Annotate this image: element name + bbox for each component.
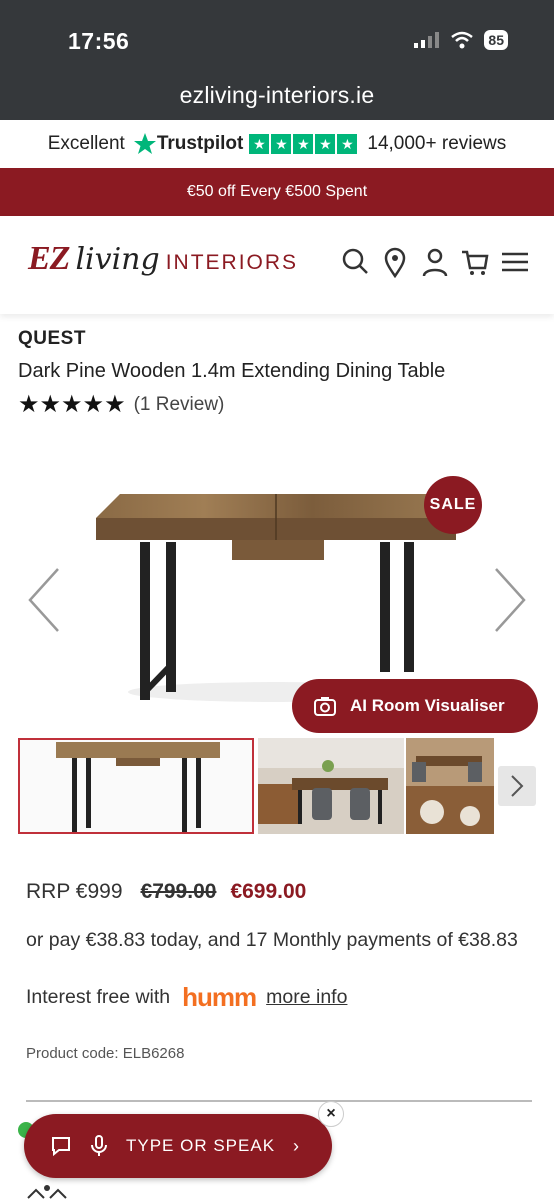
header-icons [340,246,530,279]
logo-living: living [75,242,160,277]
logo-interiors: INTERIORS [165,251,299,274]
site-header: EZ living INTERIORS [0,216,554,314]
status-time: 17:56 [68,28,130,54]
trustpilot-star-icon: ★ [271,134,292,154]
trustpilot-stars: ★ ★ ★ ★ ★ [249,134,358,154]
signal-icon [414,32,440,48]
microphone-icon [91,1135,107,1156]
sale-badge: SALE [424,476,482,534]
logo-ez: EZ [28,240,70,277]
chat-icon [52,1137,70,1157]
promo-banner[interactable]: €50 off Every €500 Spent [0,168,554,216]
status-icons: 85 [414,30,508,50]
trustpilot-star-icon: ★ [293,134,314,154]
menu-icon[interactable] [500,246,530,278]
humm-logo: humm [182,982,257,1012]
trustpilot-star-icon: ★ [249,134,270,154]
close-icon[interactable]: × [318,1101,344,1127]
was-price: €799.00 [140,880,217,903]
review-count-link[interactable]: (1 Review) [134,394,225,416]
trustpilot-reviews: 14,000+ reviews [367,133,507,154]
humm-line: Interest free with humm more info [26,982,347,1013]
search-icon[interactable] [340,246,370,278]
price-block: RRP €999 €799.00 €699.00 [26,880,306,904]
trustpilot-logo: Trustpilot [133,132,244,156]
product-code: Product code: ELB6268 [26,1045,185,1062]
site-logo[interactable]: EZ living INTERIORS [28,240,298,278]
product-brand[interactable]: QUEST [18,328,86,350]
thumbnail-2[interactable] [258,738,404,834]
ai-room-visualiser-label: AI Room Visualiser [350,696,505,715]
trustpilot-star-icon [133,133,156,154]
camera-icon [314,697,336,716]
chevron-right-icon: › [293,1135,301,1156]
thumbnail-3[interactable] [406,738,494,834]
trustpilot-star-icon: ★ [315,134,336,154]
trustpilot-star-icon: ★ [337,134,358,154]
trustpilot-brand: Trustpilot [156,133,244,154]
product-title: Dark Pine Wooden 1.4m Extending Dining T… [18,360,446,382]
rrp-price: RRP €999 [26,880,123,903]
trustpilot-bar[interactable]: Excellent Trustpilot ★ ★ ★ ★ ★ 14,000+ r… [0,120,554,168]
thumbnail-next-icon[interactable] [498,766,536,806]
product-rating[interactable]: ★★★★★ (1 Review) [18,390,224,419]
more-info-link[interactable]: more info [266,986,347,1009]
gallery-prev-icon[interactable] [24,565,64,635]
rating-stars: ★★★★★ [18,391,126,418]
gallery-next-icon[interactable] [490,565,530,635]
type-or-speak-button[interactable]: TYPE OR SPEAK › [24,1114,332,1178]
address-bar-url[interactable]: ezliving-interiors.ie [0,82,554,109]
location-pin-icon[interactable] [380,246,410,279]
ai-room-visualiser-button[interactable]: AI Room Visualiser [292,679,538,733]
interest-free-text: Interest free with [26,986,171,1008]
thumbnail-strip [18,738,554,836]
type-or-speak-label: TYPE OR SPEAK [126,1136,276,1155]
trustpilot-rating-word: Excellent [47,133,125,154]
divider [26,1100,532,1102]
current-price: €699.00 [230,880,307,903]
cart-icon[interactable] [460,246,490,278]
finance-text: or pay €38.83 today, and 17 Monthly paym… [26,929,518,951]
thumbnail-1[interactable] [18,738,254,834]
accessibility-icon[interactable] [22,1180,72,1200]
account-icon[interactable] [420,246,450,278]
wifi-icon [451,31,474,49]
battery-indicator: 85 [484,30,508,50]
status-bar: 17:56 85 ezliving-interiors.ie [0,0,554,120]
